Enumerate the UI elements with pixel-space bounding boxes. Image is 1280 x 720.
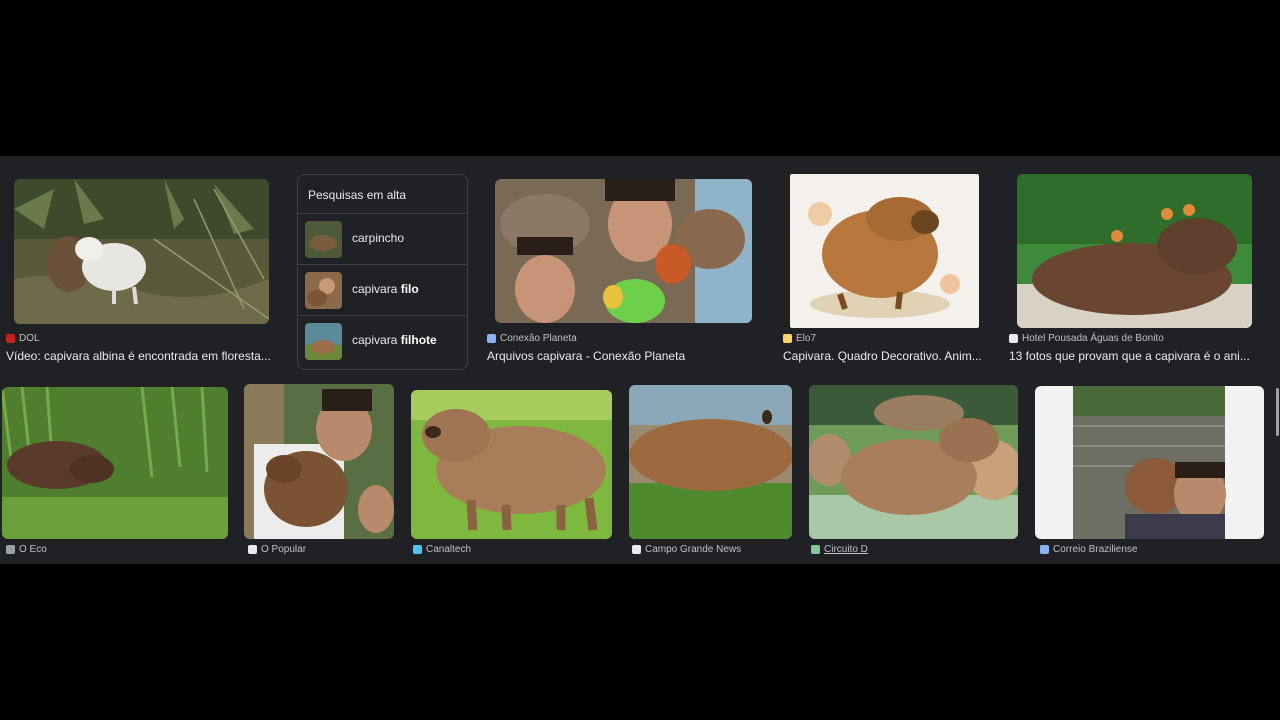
image-result-conexao-planeta[interactable]: Conexão Planeta Arquivos capivara - Cone… — [484, 156, 759, 371]
image-result-correio-braziliense[interactable]: Correio Braziliense — [1030, 384, 1270, 564]
image-result-dol[interactable]: DOL Vídeo: capivara albina é encontrada … — [0, 156, 280, 371]
image-result-elo7[interactable]: Elo7 Capivara. Quadro Decorativo. Anim..… — [780, 156, 990, 371]
source-label: Elo7 — [796, 333, 817, 344]
trending-searches-box: Pesquisas em alta carpincho capivara fil… — [297, 174, 468, 370]
trending-prefix: capivara — [352, 282, 401, 296]
source-label: Conexão Planeta — [500, 333, 577, 344]
trending-item-capivara-filo[interactable]: capivara filo — [298, 264, 467, 315]
correio-favicon-icon — [1040, 545, 1049, 554]
capivara-filhote-thumb-image — [305, 323, 342, 360]
result-title[interactable]: 13 fotos que provam que a capivara é o a… — [1009, 349, 1259, 363]
capybara-standing-image[interactable] — [411, 390, 612, 539]
result-title[interactable]: Vídeo: capivara albina é encontrada em f… — [6, 349, 276, 363]
carpincho-thumb-image — [305, 221, 342, 258]
trending-prefix: capivara — [352, 333, 401, 347]
capybara-painting-image[interactable] — [790, 174, 979, 328]
capybara-albino-image[interactable] — [14, 179, 269, 324]
source-label: Circuito D — [824, 544, 868, 555]
capybara-group-image[interactable] — [809, 385, 1018, 539]
conexao-planeta-favicon-icon — [487, 334, 496, 343]
trending-item-capivara-filhote[interactable]: capivara filhote — [298, 315, 467, 366]
capybara-grass-image[interactable] — [2, 387, 228, 539]
hotel-favicon-icon — [1009, 334, 1018, 343]
circuito-d-favicon-icon — [811, 545, 820, 554]
trending-title: Pesquisas em alta — [308, 188, 407, 202]
capybara-lying-image[interactable] — [629, 385, 792, 539]
image-result-campo-grande[interactable]: Campo Grande News — [625, 384, 797, 564]
result-title[interactable]: Capivara. Quadro Decorativo. Anim... — [783, 349, 983, 363]
capybara-river-selfie-image[interactable] — [1035, 386, 1264, 539]
canaltech-favicon-icon — [413, 545, 422, 554]
trending-bold: filhote — [400, 333, 437, 347]
elo7-favicon-icon — [783, 334, 792, 343]
trending-item-carpincho[interactable]: carpincho — [298, 213, 467, 264]
trending-prefix: carpincho — [352, 231, 405, 245]
o-eco-favicon-icon — [6, 545, 15, 554]
source-label: O Popular — [261, 544, 307, 555]
source-label: O Eco — [19, 544, 47, 555]
campo-grande-favicon-icon — [632, 545, 641, 554]
capybara-with-birds-image[interactable] — [1017, 174, 1252, 328]
image-result-canaltech[interactable]: Canaltech — [405, 384, 620, 564]
capivara-filo-thumb-image — [305, 272, 342, 309]
image-result-circuito-d[interactable]: Circuito D — [803, 384, 1025, 564]
image-result-o-popular[interactable]: O Popular — [240, 384, 400, 564]
capybara-hug-image[interactable] — [244, 384, 394, 539]
capybara-selfie-image[interactable] — [495, 179, 752, 323]
image-result-o-eco[interactable]: O Eco — [0, 384, 235, 564]
result-title[interactable]: Arquivos capivara - Conexão Planeta — [487, 349, 757, 363]
trending-bold: filo — [400, 282, 419, 296]
image-results-panel: DOL Vídeo: capivara albina é encontrada … — [0, 156, 1280, 564]
source-label: DOL — [19, 333, 40, 344]
scrollbar-thumb[interactable] — [1276, 388, 1279, 436]
source-label: Correio Braziliense — [1053, 544, 1138, 555]
source-label: Campo Grande News — [645, 544, 742, 555]
image-result-hotel-pousada[interactable]: Hotel Pousada Águas de Bonito 13 fotos q… — [1003, 156, 1263, 371]
source-label: Canaltech — [426, 544, 472, 555]
o-popular-favicon-icon — [248, 545, 257, 554]
source-label: Hotel Pousada Águas de Bonito — [1022, 333, 1164, 344]
dol-favicon-icon — [6, 334, 15, 343]
